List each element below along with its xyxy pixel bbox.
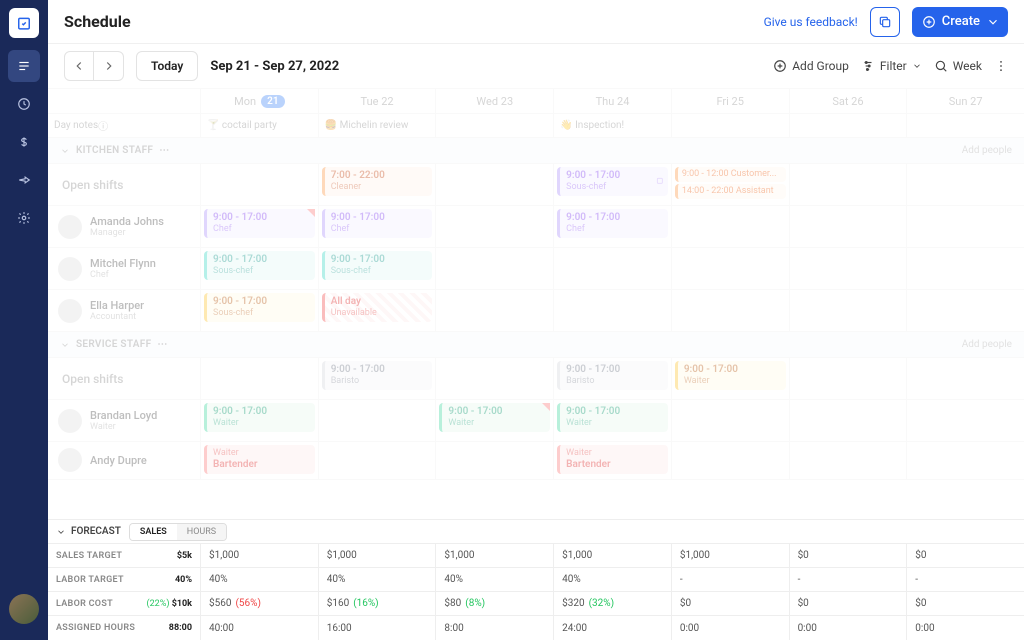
avatar [58, 299, 82, 323]
nav-schedule-icon[interactable] [8, 50, 40, 82]
day-wed: Wed 23 [435, 89, 553, 113]
add-people-link[interactable]: Add people [962, 339, 1012, 350]
copy-icon [654, 173, 664, 187]
shift-card[interactable]: 9:00 - 17:00Chef [557, 209, 668, 238]
shift-card[interactable]: WaiterBartender [204, 445, 315, 474]
person-row: Mitchel FlynnChef 9:00 - 17:00Sous-chef … [48, 248, 1024, 290]
shift-card[interactable]: 9:00 - 17:00Sous-chef [204, 251, 315, 280]
header: Schedule Give us feedback! Create [48, 0, 1024, 44]
page-title: Schedule [64, 12, 131, 31]
shift-card[interactable]: 9:00 - 17:00Sous-chef [322, 251, 433, 280]
tab-hours[interactable]: HOURS [177, 524, 226, 540]
forecast-row: ASSIGNED HOURS88:00 40:0016:008:0024:000… [48, 616, 1024, 640]
shift-card[interactable]: 9:00 - 12:00 Customer... [675, 167, 786, 182]
add-people-link[interactable]: Add people [962, 145, 1012, 156]
day-thu: Thu 24 [553, 89, 671, 113]
copy-button[interactable] [870, 7, 900, 37]
avatar [58, 215, 82, 239]
open-shifts-row: Open shifts 9:00 - 17:00Baristo 9:00 - 1… [48, 358, 1024, 400]
person-row: Andy Dupre WaiterBartender WaiterBartend… [48, 442, 1024, 480]
next-week-button[interactable] [94, 51, 124, 81]
shift-card[interactable]: 9:00 - 17:00Sous-chef [557, 167, 668, 196]
toolbar: Today Sep 21 - Sep 27, 2022 Add Group Fi… [48, 44, 1024, 88]
group-service-header[interactable]: SERVICE STAFF ⋯ Add people [48, 332, 1024, 358]
shift-card[interactable]: 14:00 - 22:00 Assistant [675, 184, 786, 199]
shift-card[interactable]: 9:00 - 17:00Waiter [675, 361, 786, 390]
day-header-row: Mon21 Tue 22 Wed 23 Thu 24 Fri 25 Sat 26… [48, 88, 1024, 114]
shift-card[interactable]: 9:00 - 17:00Waiter [557, 403, 668, 432]
shift-card[interactable]: 9:00 - 17:00Chef [322, 209, 433, 238]
nav-plane-icon[interactable] [8, 164, 40, 196]
day-notes-row: Day notes ⓘ 🍸 coctail party 🍔 Michelin r… [48, 114, 1024, 138]
forecast-panel: FORECAST SALES HOURS SALES TARGET$5k $1,… [48, 519, 1024, 640]
user-avatar[interactable] [9, 594, 39, 624]
day-tue: Tue 22 [318, 89, 436, 113]
person-row: Ella HarperAccountant 9:00 - 17:00Sous-c… [48, 290, 1024, 332]
add-group-button[interactable]: Add Group [773, 59, 849, 73]
day-mon: Mon21 [200, 89, 318, 113]
shift-card[interactable]: 7:00 - 22:00Cleaner [322, 167, 433, 196]
create-label: Create [942, 14, 980, 29]
shift-card[interactable]: WaiterBartender [557, 445, 668, 474]
shift-card[interactable]: 9:00 - 17:00Sous-chef [204, 293, 315, 322]
forecast-row: LABOR TARGET40% 40%40%40%40%--- [48, 568, 1024, 592]
shift-card[interactable]: 9:00 - 17:00Baristo [557, 361, 668, 390]
tab-sales[interactable]: SALES [130, 524, 177, 540]
forecast-tabs: SALES HOURS [129, 523, 227, 541]
corner-flag-icon [307, 209, 315, 217]
forecast-label: FORECAST [71, 526, 121, 537]
shift-card[interactable]: 9:00 - 17:00Baristo [322, 361, 433, 390]
main: Schedule Give us feedback! Create Today … [48, 0, 1024, 640]
shift-card[interactable]: 9:00 - 17:00Chef [204, 209, 315, 238]
corner-flag-icon [542, 403, 550, 411]
open-shifts-row: Open shifts 7:00 - 22:00Cleaner 9:00 - 1… [48, 164, 1024, 206]
nav-clock-icon[interactable] [8, 88, 40, 120]
shift-card[interactable]: 9:00 - 17:00Waiter [204, 403, 315, 432]
day-sun: Sun 27 [906, 89, 1024, 113]
prev-week-button[interactable] [64, 51, 94, 81]
week-view-button[interactable]: Week [934, 59, 982, 73]
app-logo[interactable] [9, 8, 39, 38]
more-menu-button[interactable] [994, 59, 1008, 73]
filter-button[interactable]: Filter [861, 59, 922, 73]
chevron-down-icon [986, 15, 1000, 29]
nav-gear-icon[interactable] [8, 202, 40, 234]
nav-dollar-icon[interactable] [8, 126, 40, 158]
avatar [58, 409, 82, 433]
group-kitchen-header[interactable]: KITCHEN STAFF ⋯ Add people [48, 138, 1024, 164]
day-sat: Sat 26 [789, 89, 907, 113]
person-row: Amanda JohnsManager 9:00 - 17:00Chef 9:0… [48, 206, 1024, 248]
create-button[interactable]: Create [912, 7, 1008, 37]
date-range: Sep 21 - Sep 27, 2022 [210, 59, 339, 74]
shift-card[interactable]: All dayUnavailable [322, 293, 433, 322]
avatar [58, 257, 82, 281]
forecast-row: LABOR COST(22%) $10k $560(56%) $160(16%)… [48, 592, 1024, 616]
avatar [58, 448, 82, 472]
forecast-row: SALES TARGET$5k $1,000$1,000$1,000$1,000… [48, 544, 1024, 568]
side-nav [0, 0, 48, 640]
day-fri: Fri 25 [671, 89, 789, 113]
person-row: Brandan LoydWaiter 9:00 - 17:00Waiter 9:… [48, 400, 1024, 442]
today-button[interactable]: Today [136, 51, 198, 81]
shift-card[interactable]: 9:00 - 17:00Waiter [439, 403, 550, 432]
feedback-link[interactable]: Give us feedback! [764, 15, 858, 29]
